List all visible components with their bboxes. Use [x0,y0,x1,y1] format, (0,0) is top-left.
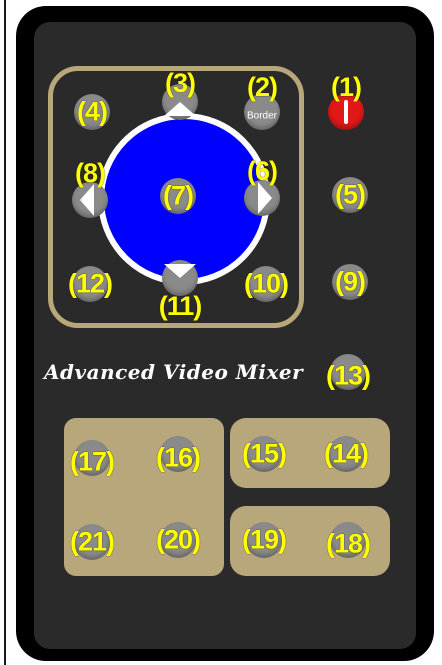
left-button[interactable]: (8) [72,158,108,218]
button-12[interactable]: (12) [68,266,113,302]
button-number-15: (15) [241,438,287,469]
button-number-14: (14) [323,438,369,469]
button-number-3: (3) [165,68,196,98]
left-divider [4,0,6,665]
button-number-1: (1) [331,72,362,102]
down-button[interactable]: (11) [159,260,202,321]
button-number-7: (7) [163,180,194,211]
button-21[interactable]: (21) [70,524,115,560]
button-number-20: (20) [155,524,201,555]
right-button[interactable]: (6) [244,156,280,216]
button-number-16: (16) [155,442,201,473]
button-10[interactable]: (10) [244,266,289,302]
down-arrow-icon [164,264,196,278]
button-number-12: (12) [67,268,113,299]
center-button[interactable]: (7) [160,178,196,214]
button-5[interactable]: (5) [332,177,368,213]
power-button[interactable]: (1) [328,72,364,130]
button-number-9: (9) [335,266,366,297]
brand-title: Advanced Video Mixer [44,360,304,384]
button-19[interactable]: (19) [242,522,287,558]
button-15[interactable]: (15) [242,436,287,472]
button-number-11: (11) [158,291,203,321]
border-label: Border [246,110,278,122]
button-20[interactable]: (20) [156,522,201,558]
button-13[interactable]: (13) [326,354,371,391]
up-button[interactable]: (3) [162,68,198,120]
power-icon [344,100,348,124]
button-17[interactable]: (17) [70,440,115,477]
button-number-18: (18) [325,528,371,559]
button-number-2: (2) [247,72,278,102]
button-4[interactable]: (4) [74,94,110,130]
button-14[interactable]: (14) [324,436,369,472]
border-button[interactable]: Border (2) [244,72,280,130]
button-number-4: (4) [77,96,108,127]
button-number-21: (21) [69,526,115,557]
button-16[interactable]: (16) [156,436,201,473]
button-number-6: (6) [247,156,278,186]
button-number-10: (10) [243,268,289,299]
up-arrow-icon [164,102,196,116]
button-18[interactable]: (18) [326,522,371,559]
button-number-19: (19) [241,524,287,555]
button-number-5: (5) [335,179,366,210]
button-number-8: (8) [75,158,106,188]
button-number-17: (17) [69,446,115,477]
button-9[interactable]: (9) [332,264,368,300]
